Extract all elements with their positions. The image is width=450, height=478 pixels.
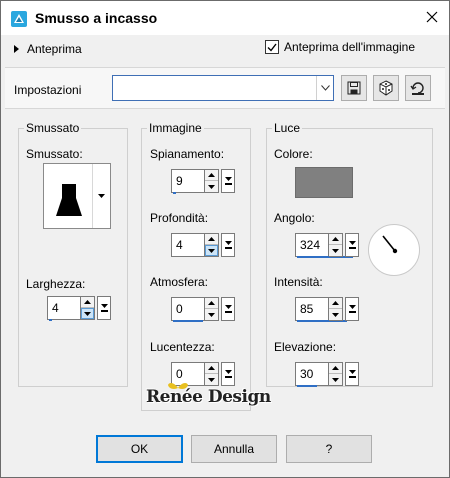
title-bar: Smusso a incasso [1, 1, 449, 35]
dice-icon [379, 80, 393, 96]
depth-label: Profondità: [150, 211, 209, 225]
depth-input[interactable]: 4 [171, 233, 205, 257]
preview-toggle[interactable]: Anteprima [14, 41, 82, 57]
bevel-shape-icon [56, 184, 82, 216]
expand-triangle-icon [14, 45, 19, 53]
checkbox-box[interactable] [265, 40, 279, 54]
slider-menu-icon[interactable] [221, 169, 235, 193]
ambience-label: Atmosfera: [150, 275, 209, 289]
width-label: Larghezza: [26, 277, 86, 291]
watermark-logo: Renée Design [146, 387, 271, 407]
spin-down-icon[interactable] [81, 308, 94, 319]
width-input[interactable]: 4 [47, 296, 81, 320]
light-color-swatch[interactable] [295, 167, 353, 198]
preset-combobox[interactable] [112, 75, 334, 101]
preview-toggle-label: Anteprima [27, 42, 82, 56]
dropdown-arrow-icon[interactable] [92, 164, 110, 228]
butterfly-icon [168, 383, 188, 389]
spin-down-icon[interactable] [329, 309, 342, 320]
randomize-button[interactable] [373, 75, 399, 101]
shininess-steps[interactable] [205, 362, 219, 386]
smoothness-label: Spianamento: [150, 147, 225, 161]
slider-menu-icon[interactable] [221, 297, 235, 321]
close-button[interactable] [419, 5, 445, 29]
spin-up-icon[interactable] [329, 298, 342, 309]
chevron-down-icon[interactable] [316, 76, 333, 100]
color-label: Colore: [274, 147, 313, 161]
elevation-spinner[interactable]: 30 [295, 362, 361, 388]
light-group-legend: Luce [274, 121, 301, 135]
angle-input[interactable]: 324 [295, 233, 329, 257]
slider-menu-icon[interactable] [97, 296, 111, 320]
slider-menu-icon[interactable] [345, 297, 359, 321]
intensity-steps[interactable] [329, 297, 343, 321]
angle-spinner[interactable]: 324 [295, 233, 361, 259]
smoothness-spinner[interactable]: 9 [171, 169, 237, 195]
ambience-spinner[interactable]: 0 [171, 297, 237, 323]
shininess-label: Lucentezza: [150, 340, 215, 354]
spin-down-icon[interactable] [205, 245, 218, 256]
spin-down-icon[interactable] [205, 181, 218, 192]
spin-up-icon[interactable] [329, 234, 342, 245]
ambience-steps[interactable] [205, 297, 219, 321]
angle-dial[interactable] [368, 224, 420, 276]
angle-steps[interactable] [329, 233, 343, 257]
elevation-indicator [297, 385, 317, 387]
intensity-spinner[interactable]: 85 [295, 297, 361, 323]
spin-down-icon[interactable] [205, 309, 218, 320]
width-spinner[interactable]: 4 [47, 296, 113, 322]
ambience-indicator [173, 320, 203, 322]
reset-icon [410, 82, 424, 95]
cancel-button[interactable]: Annulla [191, 435, 277, 463]
app-icon [10, 10, 28, 28]
width-indicator [49, 319, 52, 321]
spin-up-icon[interactable] [329, 363, 342, 374]
elevation-label: Elevazione: [274, 340, 337, 354]
intensity-input[interactable]: 85 [295, 297, 329, 321]
spin-up-icon[interactable] [205, 234, 218, 245]
slider-menu-icon[interactable] [221, 362, 235, 386]
window-title: Smusso a incasso [35, 10, 158, 26]
spin-down-icon[interactable] [205, 374, 218, 385]
smoothness-input[interactable]: 9 [171, 169, 205, 193]
spin-up-icon[interactable] [205, 170, 218, 181]
depth-steps[interactable] [205, 233, 219, 257]
angle-dial-needle-icon [382, 235, 398, 254]
close-icon [426, 11, 438, 23]
floppy-disk-icon [347, 81, 361, 95]
spin-down-icon[interactable] [329, 245, 342, 256]
spin-down-icon[interactable] [329, 374, 342, 385]
settings-toolbar: Impostazioni [5, 67, 445, 109]
image-preview-label: Anteprima dell'immagine [284, 40, 416, 54]
bevel-shape-picker[interactable] [43, 163, 111, 229]
slider-menu-icon[interactable] [345, 362, 359, 386]
save-preset-button[interactable] [341, 75, 367, 101]
bevel-picker-label: Smussato: [26, 147, 83, 161]
intensity-label: Intensità: [274, 275, 323, 289]
help-button[interactable]: ? [286, 435, 372, 463]
depth-spinner[interactable]: 4 [171, 233, 237, 259]
image-preview-checkbox[interactable]: Anteprima dell'immagine [265, 38, 415, 56]
spin-up-icon[interactable] [205, 298, 218, 309]
dialog-window: Smusso a incasso Anteprima Anteprima del… [0, 0, 450, 478]
reset-button[interactable] [405, 75, 431, 101]
slider-menu-icon[interactable] [345, 233, 359, 257]
smoothness-indicator [173, 192, 176, 194]
width-steps[interactable] [81, 296, 95, 320]
settings-label: Impostazioni [14, 83, 82, 97]
ok-button[interactable]: OK [96, 435, 183, 463]
image-group-legend: Immagine [149, 121, 202, 135]
spin-up-icon[interactable] [81, 297, 94, 308]
bevel-group-legend: Smussato [26, 121, 80, 135]
smoothness-steps[interactable] [205, 169, 219, 193]
slider-menu-icon[interactable] [221, 233, 235, 257]
elevation-steps[interactable] [329, 362, 343, 386]
angle-label: Angolo: [274, 211, 315, 225]
elevation-input[interactable]: 30 [295, 362, 329, 386]
ambience-input[interactable]: 0 [171, 297, 205, 321]
checkmark-icon [267, 43, 277, 52]
spin-up-icon[interactable] [205, 363, 218, 374]
